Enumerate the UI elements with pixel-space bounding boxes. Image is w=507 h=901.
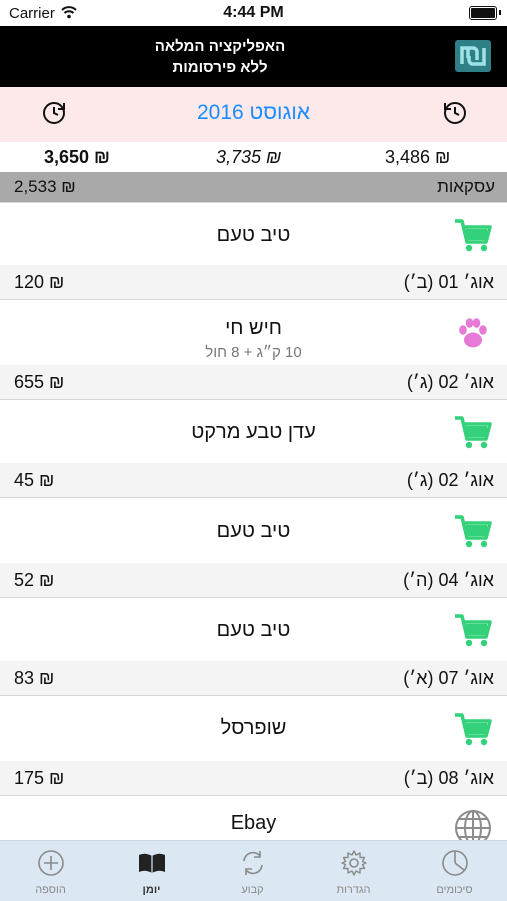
transaction-row[interactable]: עדן טבע מרקט	[0, 399, 507, 464]
battery-icon	[469, 6, 501, 20]
tab-journal[interactable]: יומן	[101, 841, 202, 901]
paw-icon	[459, 318, 487, 348]
transaction-date: אוג׳ 02 (ג׳)	[406, 470, 494, 490]
transaction-row[interactable]: טיב טעם	[0, 497, 507, 564]
category-amount: 2,533 ₪	[14, 177, 76, 196]
refresh-icon	[243, 851, 263, 875]
total-right: 3,486 ₪	[385, 147, 451, 167]
total-center: 3,735 ₪	[216, 147, 282, 167]
transaction-row[interactable]: טיב טעם	[0, 202, 507, 266]
status-bar: Carrier 4:44 PM	[0, 0, 507, 26]
category-header: 2,533 ₪ עסקאות	[0, 172, 507, 202]
transaction-note: 10 ק״ג + 8 חול	[205, 344, 302, 361]
transaction-row[interactable]: Ebay	[0, 795, 507, 846]
transaction-amount: 52 ₪	[14, 570, 55, 590]
cart-icon	[455, 219, 492, 252]
tab-label: יומן	[142, 884, 161, 896]
tab-label: הוספה	[35, 884, 66, 896]
tab-summaries[interactable]: סיכומים	[404, 841, 505, 901]
transaction-amount: 655 ₪	[14, 372, 65, 392]
cart-icon	[455, 416, 492, 449]
total-left: 3,650 ₪	[44, 147, 110, 167]
clock-time: 4:44 PM	[223, 4, 284, 21]
transaction-meta: 120 ₪ אוג׳ 01 (ב׳)	[0, 265, 507, 299]
month-bar: אוגוסט 2016	[0, 87, 507, 142]
transaction-meta: 655 ₪ אוג׳ 02 (ג׳)	[0, 365, 507, 399]
transaction-meta: 83 ₪ אוג׳ 07 (א׳)	[0, 661, 507, 695]
transaction-row[interactable]: שופרסל	[0, 695, 507, 762]
transaction-meta: 175 ₪ אוג׳ 08 (ב׳)	[0, 761, 507, 795]
transaction-date: אוג׳ 01 (ב׳)	[403, 272, 494, 292]
history-forward-icon[interactable]	[441, 99, 469, 127]
app-logo-icon	[455, 40, 491, 72]
month-title[interactable]: אוגוסט 2016	[0, 101, 507, 125]
transaction-row[interactable]: חיש חי 10 ק״ג + 8 חול	[0, 299, 507, 366]
tab-label: קבוע	[241, 884, 264, 896]
promo-line-1: האפליקציה המלאה	[154, 38, 286, 55]
transaction-date: אוג׳ 07 (א׳)	[403, 668, 494, 688]
tab-bar: הוספה יומן קבוע הגדרות סיכומים	[0, 840, 507, 901]
cart-icon	[455, 614, 492, 647]
promo-banner[interactable]: האפליקציה המלאה ללא פירסומות	[0, 26, 507, 87]
tab-recurring[interactable]: קבוע	[202, 841, 303, 901]
transaction-amount: 45 ₪	[14, 470, 55, 490]
transaction-row[interactable]: טיב טעם	[0, 597, 507, 662]
transaction-name: עדן טבע מרקט	[191, 421, 316, 443]
transaction-name: טיב טעם	[216, 224, 291, 246]
transaction-name: שופרסל	[220, 717, 287, 739]
plus-circle-icon	[38, 850, 64, 876]
promo-line-2: ללא פירסומות	[172, 59, 268, 76]
transaction-amount: 175 ₪	[14, 768, 65, 788]
gear-icon	[341, 850, 367, 876]
transaction-amount: 120 ₪	[14, 272, 65, 292]
transaction-date: אוג׳ 04 (ה׳)	[403, 570, 494, 590]
transaction-meta: 45 ₪ אוג׳ 02 (ג׳)	[0, 463, 507, 497]
cart-icon	[455, 515, 492, 548]
transaction-name: טיב טעם	[216, 619, 291, 641]
tab-label: הגדרות	[336, 884, 371, 896]
pie-chart-icon	[442, 850, 468, 876]
transaction-name: טיב טעם	[216, 520, 291, 542]
transaction-amount: 83 ₪	[14, 668, 55, 688]
tab-add[interactable]: הוספה	[0, 841, 101, 901]
cart-icon	[455, 713, 492, 746]
tab-label: סיכומים	[436, 884, 473, 896]
tab-settings[interactable]: הגדרות	[303, 841, 404, 901]
promo-text: האפליקציה המלאה ללא פירסומות	[0, 36, 440, 78]
book-icon	[139, 853, 165, 873]
totals-row: 3,650 ₪ 3,735 ₪ 3,486 ₪	[0, 142, 507, 172]
category-label: עסקאות	[437, 177, 495, 196]
transaction-date: אוג׳ 02 (ג׳)	[406, 372, 494, 392]
transaction-name: חיש חי	[225, 317, 282, 339]
transaction-date: אוג׳ 08 (ב׳)	[403, 768, 494, 788]
transaction-meta: 52 ₪ אוג׳ 04 (ה׳)	[0, 563, 507, 597]
transaction-name: Ebay	[230, 812, 277, 834]
